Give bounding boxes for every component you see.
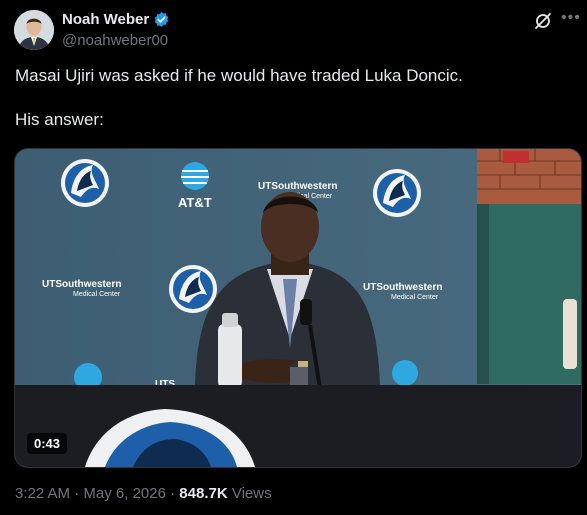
meta-separator: ·	[170, 485, 176, 502]
backdrop-att-label: AT&T	[178, 195, 212, 210]
backdrop-ut-sub-label: Medical Center	[73, 291, 121, 298]
author-handle[interactable]: @noahweber00	[62, 32, 168, 49]
video-duration: 0:43	[27, 433, 68, 454]
tweet-text-line: Masai Ujiri was asked if he would have t…	[15, 66, 463, 85]
tweet-time[interactable]: 3:22 AM	[15, 485, 70, 502]
backdrop-ut-label: UTSouthwestern	[258, 181, 337, 192]
tweet-date[interactable]: May 6, 2026	[83, 485, 166, 502]
tweet-meta: 3:22 AM · May 6, 2026 · 848.7K Views	[15, 485, 272, 502]
author-avatar[interactable]	[14, 10, 54, 50]
meta-separator: ·	[74, 485, 80, 502]
verified-badge-icon	[154, 12, 169, 27]
video-frame: AT&T UTSouthwestern Medical Center UTSou…	[15, 149, 581, 467]
views-label: Views	[231, 485, 272, 502]
backdrop-ut-label: UTSouthwestern	[42, 279, 121, 290]
more-options-icon[interactable]: •••	[561, 9, 581, 27]
tweet-text-line: His answer:	[15, 110, 104, 129]
author-name[interactable]: Noah Weber	[62, 11, 149, 28]
video-player[interactable]: AT&T UTSouthwestern Medical Center UTSou…	[14, 148, 582, 468]
backdrop-ut-label: UTSouthwestern	[363, 282, 442, 293]
tweet-text: Masai Ujiri was asked if he would have t…	[15, 65, 575, 131]
views-count[interactable]: 848.7K	[179, 485, 227, 502]
backdrop-ut-sub-label: Medical Center	[391, 294, 439, 301]
grok-icon[interactable]	[533, 11, 553, 31]
